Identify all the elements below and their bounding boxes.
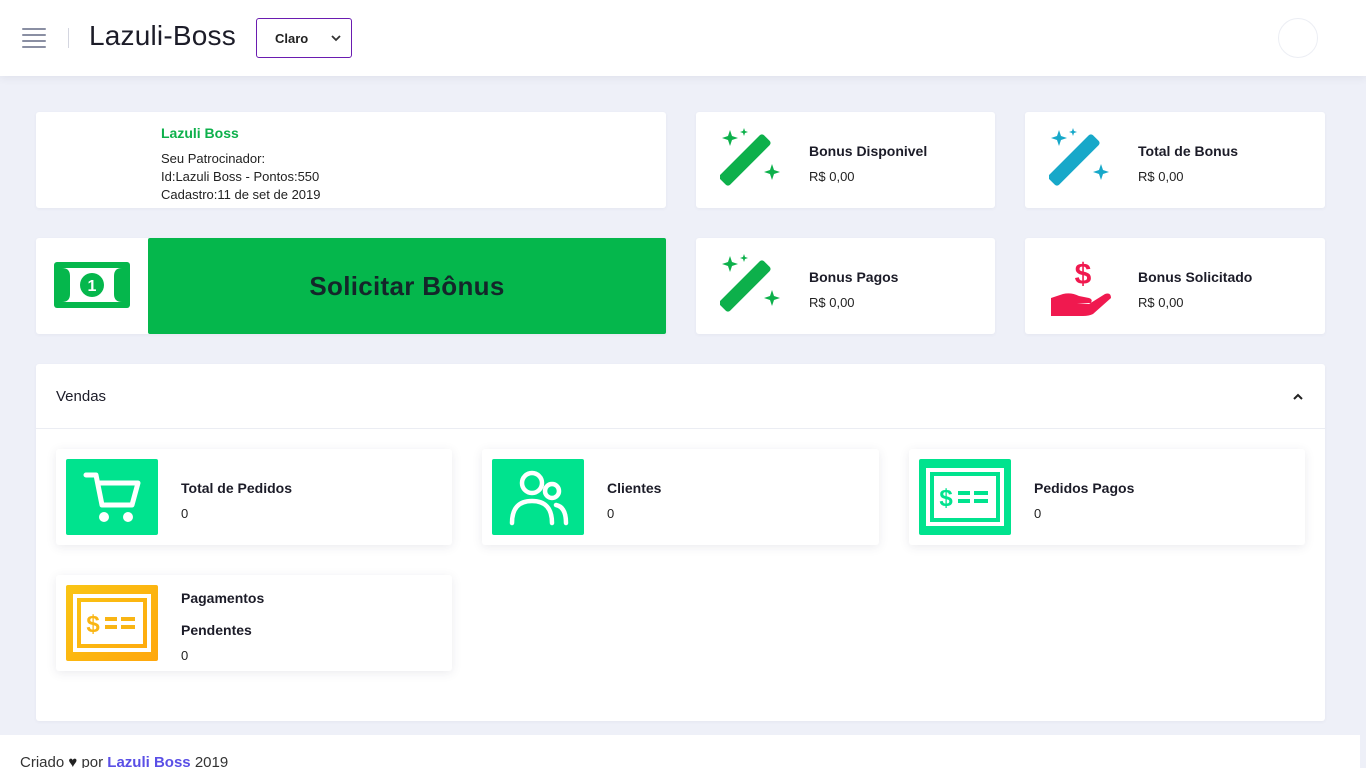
stat-title: Bonus Disponivel — [809, 143, 928, 159]
svg-text:$: $ — [1075, 258, 1092, 291]
vendas-card-title: Pedidos Pagos — [1034, 480, 1135, 496]
svg-text:$: $ — [939, 485, 953, 512]
brand-title: Lazuli-Boss — [89, 20, 236, 51]
request-bonus-button[interactable]: Solicitar Bônus — [148, 238, 666, 334]
vendas-card-value: 0 — [181, 506, 189, 521]
vendas-card-value: 0 — [1034, 506, 1042, 521]
stat-card-bonus-solicitado: $ Bonus Solicitado R$ 0,00 — [1025, 238, 1325, 334]
sponsor-label: Seu Patrocinador: — [161, 151, 266, 166]
magic-wand-icon — [720, 128, 780, 186]
svg-text:$: $ — [86, 611, 100, 638]
profile-name: Lazuli Boss — [161, 125, 239, 141]
theme-select[interactable]: Claro — [256, 18, 352, 58]
vendas-card-pedidos-pagos: $ Pedidos Pagos 0 — [909, 449, 1305, 545]
magic-wand-icon — [720, 254, 780, 312]
chevron-down-icon — [331, 35, 341, 42]
vendas-card-title: Clientes — [607, 480, 662, 496]
hand-dollar-icon: $ — [1051, 258, 1111, 316]
vendas-card-pagamentos-pendentes: $ Pagamentos Pendentes 0 — [56, 575, 452, 671]
chevron-up-icon[interactable] — [1291, 390, 1305, 404]
footer-text: Criado ♥ por Lazuli Boss 2019 — [20, 754, 228, 768]
payment-card-icon: $ — [73, 594, 151, 652]
stat-value: R$ 0,00 — [1138, 169, 1184, 184]
profile-card: Lazuli Boss Seu Patrocinador: Id:Lazuli … — [36, 112, 666, 208]
stat-card-bonus-pagos: Bonus Pagos R$ 0,00 — [696, 238, 995, 334]
cart-icon — [83, 472, 141, 522]
stat-card-total-de-bonus: Total de Bonus R$ 0,00 — [1025, 112, 1325, 208]
stat-title: Total de Bonus — [1138, 143, 1239, 159]
footer-by: por — [81, 754, 104, 768]
stat-card-bonus-disponivel: Bonus Disponivel R$ 0,00 — [696, 112, 995, 208]
magic-wand-icon — [1049, 128, 1109, 186]
signup-date: Cadastro:11 de set de 2019 — [161, 187, 321, 202]
vendas-card-title-line2: Pendentes — [181, 622, 252, 638]
divider — [68, 28, 69, 48]
request-bonus-card: 1 Solicitar Bônus — [36, 238, 666, 334]
footer: Criado ♥ por Lazuli Boss 2019 — [0, 735, 1360, 768]
footer-author-link[interactable]: Lazuli Boss — [107, 754, 190, 768]
sponsor-info: Id:Lazuli Boss - Pontos:550 — [161, 169, 320, 184]
stat-value: R$ 0,00 — [809, 295, 855, 310]
users-icon — [509, 470, 569, 526]
hamburger-menu-icon[interactable] — [22, 28, 46, 48]
top-bar: Lazuli-Boss Claro — [0, 0, 1366, 76]
vendas-card-value: 0 — [181, 648, 189, 663]
vendas-card-icon-box — [66, 459, 158, 535]
vendas-card-clientes: Clientes 0 — [482, 449, 879, 545]
footer-year: 2019 — [194, 754, 229, 768]
theme-select-value: Claro — [275, 31, 309, 46]
vendas-header: Vendas — [36, 364, 1325, 429]
vendas-card-icon-box: $ — [919, 459, 1011, 535]
avatar[interactable] — [1278, 18, 1318, 58]
vendas-panel: Vendas Total de Pedidos 0 Clientes 0 $ P… — [36, 364, 1325, 721]
vendas-card-value: 0 — [607, 506, 615, 521]
vendas-card-icon-box — [492, 459, 584, 535]
heart-icon: ♥ — [68, 754, 78, 768]
vendas-title: Vendas — [56, 388, 107, 405]
stat-value: R$ 0,00 — [809, 169, 855, 184]
payment-card-icon: $ — [926, 468, 1004, 526]
money-bill-icon: 1 — [54, 262, 130, 308]
request-bonus-label: Solicitar Bônus — [309, 270, 505, 301]
stat-title: Bonus Solicitado — [1138, 269, 1253, 285]
svg-text:1: 1 — [88, 278, 97, 295]
stat-value: R$ 0,00 — [1138, 295, 1184, 310]
vendas-card-title: Total de Pedidos — [181, 480, 292, 496]
vendas-card-total-pedidos: Total de Pedidos 0 — [56, 449, 452, 545]
vendas-card-icon-box: $ — [66, 585, 158, 661]
vendas-card-title-line1: Pagamentos — [181, 590, 265, 606]
footer-prefix: Criado — [20, 754, 65, 768]
stat-title: Bonus Pagos — [809, 269, 899, 285]
